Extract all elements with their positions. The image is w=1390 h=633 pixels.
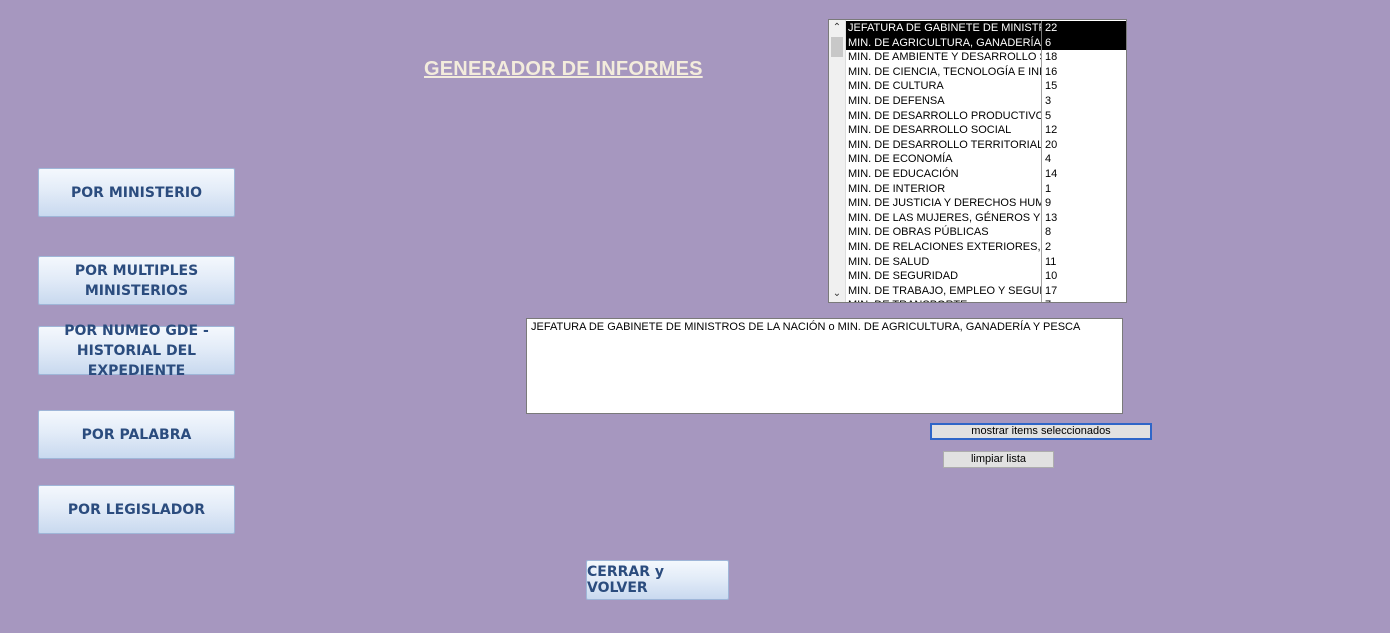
chevron-down-icon[interactable]: ⌄	[829, 286, 845, 302]
list-item[interactable]: MIN. DE LAS MUJERES, GÉNEROS Y DIVI13	[846, 210, 1126, 226]
list-item-number: 18	[1045, 51, 1058, 64]
list-item-number: 4	[1045, 153, 1052, 166]
list-item-name: MIN. DE AGRICULTURA, GANADERÍA Y I	[848, 35, 1042, 51]
list-item-name: MIN. DE SALUD	[846, 254, 1042, 270]
list-item-name: MIN. DE LAS MUJERES, GÉNEROS Y DIVI	[848, 210, 1042, 226]
list-item-name: MIN. DE CIENCIA, TECNOLOGÍA E INNO	[848, 64, 1042, 80]
por-numero-gde-button[interactable]: POR NUMEO GDE - HISTORIAL DEL EXPEDIENTE	[38, 323, 235, 379]
list-item[interactable]: MIN. DE AGRICULTURA, GANADERÍA Y I6	[846, 35, 1126, 51]
list-item-number: 17	[1045, 284, 1058, 297]
listbox-scrollbar[interactable]: ⌃ ⌄	[829, 20, 846, 302]
por-multiples-ministerios-button[interactable]: POR MULTIPLES MINISTERIOS	[38, 256, 235, 305]
list-item-number: 14	[1045, 167, 1058, 180]
listbox-rows: JEFATURA DE GABINETE DE MINISTROS 22 MIN. …	[846, 21, 1126, 302]
list-item[interactable]: MIN. DE JUSTICIA Y DERECHOS HUMAN 9	[846, 196, 1126, 211]
por-palabra-button[interactable]: POR PALABRA	[38, 410, 235, 459]
list-item[interactable]: MIN. DE CIENCIA, TECNOLOGÍA E INNO 16	[846, 64, 1126, 80]
por-ministerio-button[interactable]: POR MINISTERIO	[38, 168, 235, 217]
list-item-name: JEFATURA DE GABINETE DE MINISTROS	[848, 21, 1042, 36]
scrollbar-thumb[interactable]	[831, 37, 843, 57]
list-item-name: MIN. DE DESARROLLO PRODUCTIVO	[848, 108, 1042, 124]
list-item-name: MIN. DE TRANSPORTE	[846, 298, 1042, 302]
list-item[interactable]: MIN. DE DEFENSA 3	[846, 93, 1126, 109]
list-item[interactable]: MIN. DE SALUD 11	[846, 254, 1126, 270]
list-item-name: MIN. DE CULTURA	[846, 79, 1042, 94]
list-item-number: 11	[1045, 255, 1057, 268]
list-item-number: 13	[1045, 211, 1058, 224]
list-item[interactable]: MIN. DE CULTURA 15	[846, 79, 1126, 94]
list-item-name: MIN. DE OBRAS PÚBLICAS	[846, 225, 1042, 240]
list-item[interactable]: MIN. DE TRANSPORTE7	[846, 298, 1126, 302]
list-item-number: 5	[1045, 109, 1052, 122]
list-item[interactable]: MIN. DE SEGURIDAD 10	[846, 269, 1126, 284]
list-item-name: MIN. DE SEGURIDAD	[846, 269, 1042, 284]
list-item[interactable]: MIN. DE EDUCACIÓN 14	[846, 166, 1126, 182]
list-item-number: 3	[1045, 94, 1052, 107]
list-item-number: 20	[1045, 138, 1058, 151]
chevron-up-icon[interactable]: ⌃	[829, 20, 845, 36]
list-item-name: MIN. DE RELACIONES EXTERIORES, CO	[848, 239, 1042, 255]
por-legislador-button[interactable]: POR LEGISLADOR	[38, 485, 235, 534]
list-item-name: MIN. DE EDUCACIÓN	[846, 166, 1042, 182]
list-item-number: 1	[1045, 182, 1052, 195]
page-title: GENERADOR DE INFORMES	[424, 58, 703, 80]
list-item-number: 7	[1042, 298, 1051, 302]
list-item-number: 16	[1045, 65, 1058, 78]
list-item-number: 2	[1045, 240, 1052, 253]
list-item-name: MIN. DE JUSTICIA Y DERECHOS HUMAN	[848, 196, 1042, 211]
list-item-name: MIN. DE TRABAJO, EMPLEO Y SEGURIDA	[846, 283, 1042, 299]
list-item-name: MIN. DE DESARROLLO TERRITORIAL Y H	[848, 137, 1042, 153]
list-item[interactable]: MIN. DE TRABAJO, EMPLEO Y SEGURIDA17	[846, 283, 1126, 299]
list-item[interactable]: MIN. DE DESARROLLO PRODUCTIVO 5	[846, 108, 1126, 124]
selected-items-textarea[interactable]: JEFATURA DE GABINETE DE MINISTROS DE LA …	[526, 318, 1123, 414]
list-item[interactable]: MIN. DE DESARROLLO SOCIAL 12	[846, 123, 1126, 138]
list-item[interactable]: JEFATURA DE GABINETE DE MINISTROS 22	[846, 21, 1126, 36]
list-item-number: 6	[1045, 36, 1052, 49]
list-item-name: MIN. DE DESARROLLO SOCIAL	[846, 123, 1042, 138]
list-item-number: 8	[1045, 226, 1052, 239]
list-item-number: 12	[1045, 124, 1058, 137]
list-item-number: 10	[1045, 270, 1058, 283]
list-item-number: 22	[1045, 22, 1058, 34]
list-item-name: MIN. DE ECONOMÍA	[846, 152, 1042, 167]
list-item[interactable]: MIN. DE DESARROLLO TERRITORIAL Y H20	[846, 137, 1126, 153]
list-item-number: 9	[1045, 197, 1052, 210]
list-item-name: MIN. DE INTERIOR	[846, 181, 1042, 197]
list-item-name: MIN. DE AMBIENTE Y DESARROLLO SOS	[848, 50, 1042, 65]
cerrar-volver-button[interactable]: CERRAR y VOLVER	[586, 560, 729, 600]
show-selected-button[interactable]: mostrar items seleccionados	[930, 423, 1152, 440]
list-item-name: MIN. DE DEFENSA	[846, 93, 1042, 109]
list-item[interactable]: MIN. DE OBRAS PÚBLICAS 8	[846, 225, 1126, 240]
list-item[interactable]: MIN. DE RELACIONES EXTERIORES, CO 2	[846, 239, 1126, 255]
list-item[interactable]: MIN. DE ECONOMÍA 4	[846, 152, 1126, 167]
clear-list-button[interactable]: limpiar lista	[943, 451, 1054, 468]
list-item[interactable]: MIN. DE INTERIOR 1	[846, 181, 1126, 197]
list-item[interactable]: MIN. DE AMBIENTE Y DESARROLLO SOS 18	[846, 50, 1126, 65]
ministry-listbox[interactable]: ⌃ ⌄ JEFATURA DE GABINETE DE MINISTROS 22 M…	[828, 19, 1127, 303]
list-item-number: 15	[1045, 80, 1058, 93]
